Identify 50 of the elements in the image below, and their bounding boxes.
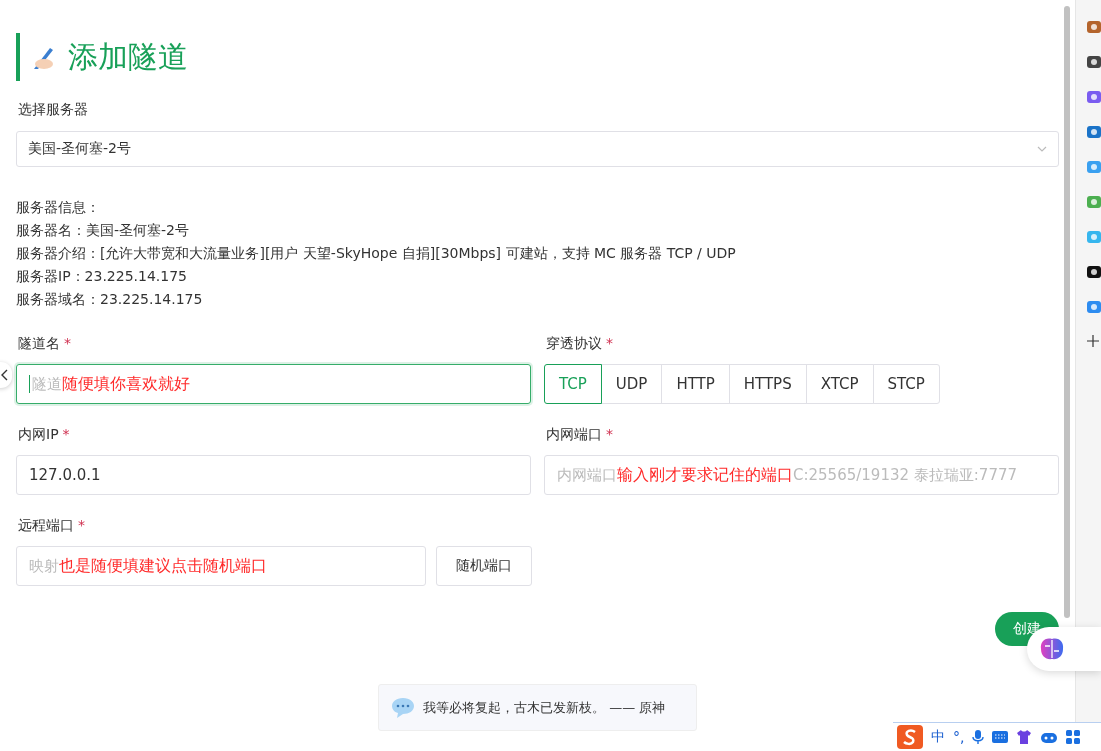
info-text: 服务器IP：23.225.14.175: [16, 267, 188, 286]
quote-text: 我等必将复起，古木已发新枝。 —— 原神: [423, 698, 666, 717]
input-mode-toggle[interactable]: 中: [931, 728, 945, 746]
chat-bubble-icon: [391, 696, 415, 719]
microphone-icon[interactable]: [972, 729, 985, 745]
protocol-option[interactable]: STCP: [872, 364, 940, 404]
protocol-option[interactable]: XTCP: [805, 364, 874, 404]
info-text: 服务器域名：23.225.14.175: [16, 290, 204, 309]
field-label: 隧道名: [18, 335, 60, 353]
protocol-option[interactable]: HTTPS: [728, 364, 807, 404]
required-mark: *: [606, 335, 613, 353]
annotation-text: 输入刚才要求记住的端口: [617, 464, 793, 486]
field-value: 127.0.0.1: [29, 466, 101, 484]
field-label: 穿透协议: [546, 335, 602, 353]
annotation-text: 随便填你喜欢就好: [62, 373, 190, 395]
required-mark: *: [64, 335, 71, 353]
shirt-icon[interactable]: [1016, 730, 1033, 744]
page-title: 添加隧道: [68, 37, 188, 76]
placeholder-text: 映射: [29, 556, 59, 576]
field-label: 远程端口: [18, 517, 74, 535]
ime-logo-icon[interactable]: [897, 725, 923, 749]
protocol-option[interactable]: UDP: [600, 364, 663, 404]
info-text: 服务器介绍：[允许大带宽和大流量业务][用户 天望-SkyHope 自捐][30Mbps] 可建站，支持 MC 服务器 TCP / UDP: [16, 244, 737, 263]
grid-icon[interactable]: [1066, 730, 1081, 744]
placeholder-text: 内网端口: [557, 465, 617, 485]
scrollbar[interactable]: [1064, 6, 1070, 618]
required-mark: *: [606, 426, 613, 444]
input-field[interactable]: 127.0.0.1: [16, 455, 531, 495]
info-text: 服务器名：美国-圣何塞-2号: [16, 221, 190, 240]
input-field[interactable]: 内网端口输入刚才要求记住的端口C:25565/19132 泰拉瑞亚:7777: [544, 455, 1059, 495]
robot-icon[interactable]: [1040, 731, 1059, 743]
required-mark: *: [78, 517, 85, 535]
protocol-option[interactable]: HTTP: [661, 364, 730, 404]
brain-icon: [1039, 637, 1065, 661]
random-port-button[interactable]: 随机端口: [436, 546, 532, 586]
placeholder-text: C:25565/19132 泰拉瑞亚:7777: [793, 465, 1017, 485]
info-text: 服务器信息：: [16, 198, 101, 217]
annotation-text: 也是随便填建议点击随机端口: [59, 555, 267, 577]
punctuation-toggle[interactable]: °,: [953, 729, 965, 745]
field-label: 内网端口: [546, 426, 602, 444]
required-mark: *: [62, 426, 70, 444]
field-label: 选择服务器: [18, 101, 88, 119]
keyboard-icon[interactable]: [992, 731, 1009, 743]
server-select[interactable]: 美国-圣何塞-2号: [16, 131, 1059, 167]
input-field[interactable]: 映射也是随便填建议点击随机端口: [16, 546, 426, 586]
placeholder-text: 隧道: [32, 374, 62, 394]
field-label: 内网IP: [18, 426, 59, 444]
input-field[interactable]: 隧道随便填你喜欢就好: [16, 364, 531, 404]
add-icon[interactable]: [1086, 334, 1100, 348]
chevron-left-icon: [0, 369, 8, 381]
